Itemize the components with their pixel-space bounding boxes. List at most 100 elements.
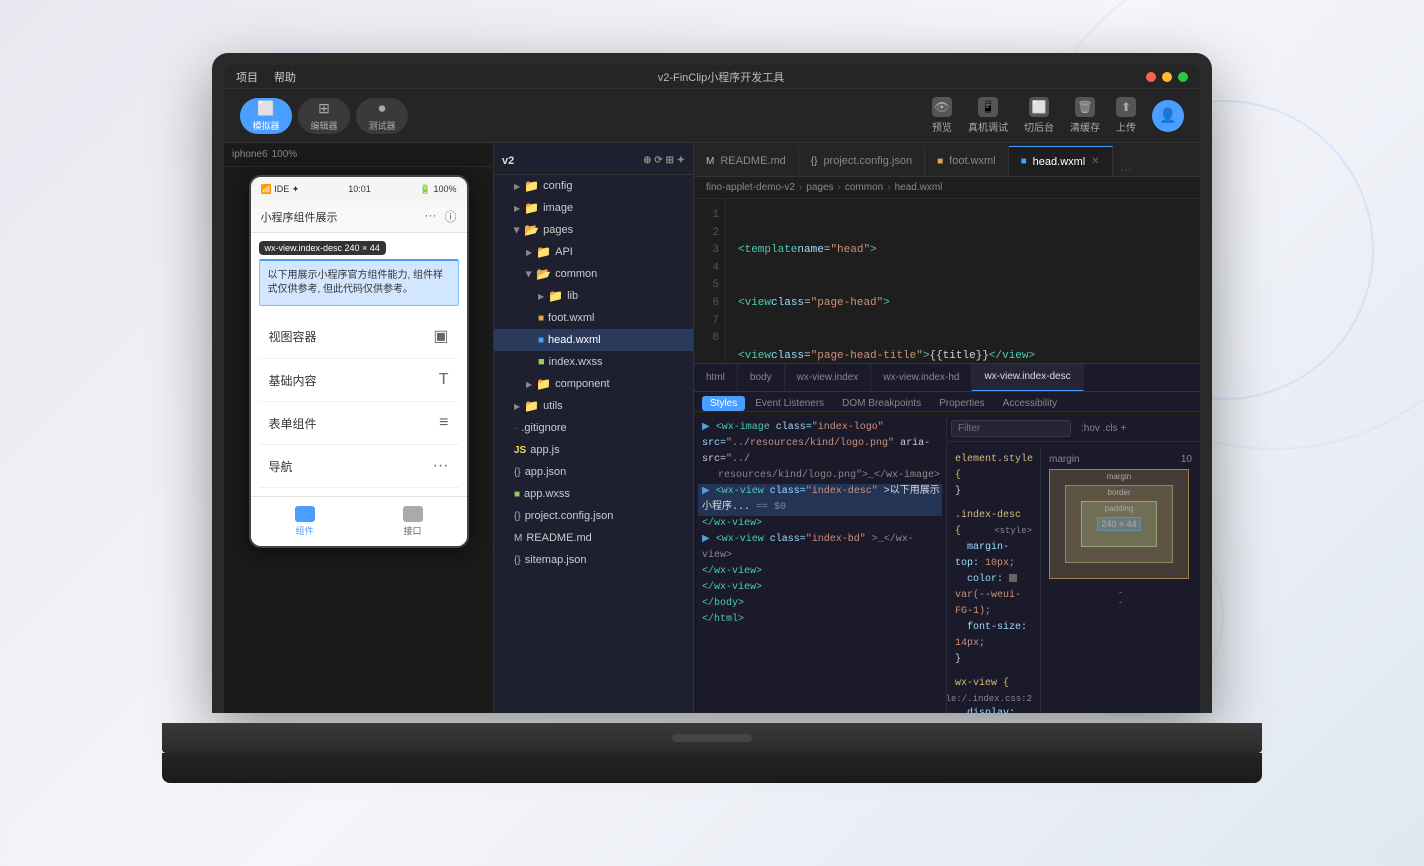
file-label-api: API bbox=[555, 246, 573, 258]
section-basic-content[interactable]: 基础内容 T bbox=[259, 359, 459, 402]
css-source-style: <style> bbox=[994, 524, 1032, 538]
chevron-component: ▶ bbox=[526, 380, 532, 389]
phone-app-title: 小程序组件展示 bbox=[261, 209, 338, 225]
html-arrow-3[interactable]: ▶ bbox=[702, 486, 710, 497]
html-arrow-5[interactable]: ▶ bbox=[702, 534, 710, 545]
file-item-lib[interactable]: ▶ 📁 lib bbox=[494, 285, 693, 307]
tab-close-head-wxml[interactable]: ✕ bbox=[1091, 156, 1099, 167]
file-item-component[interactable]: ▶ 📁 component bbox=[494, 373, 693, 395]
styles-tab-event-listeners[interactable]: Event Listeners bbox=[747, 396, 832, 411]
tab-foot-wxml[interactable]: ■ foot.wxml bbox=[925, 146, 1009, 176]
breadcrumb-pages[interactable]: pages bbox=[806, 182, 833, 193]
html-arrow-1[interactable]: ▶ bbox=[702, 422, 710, 433]
tab-more-button[interactable]: ··· bbox=[1113, 164, 1140, 176]
file-item-pages[interactable]: ▶ 📂 pages bbox=[494, 219, 693, 241]
upload-button[interactable]: ⬆ 上传 bbox=[1116, 97, 1136, 134]
maximize-button[interactable] bbox=[1178, 72, 1188, 82]
phone-title-bar: 小程序组件展示 ··· ⓘ bbox=[251, 201, 467, 233]
file-item-app-js[interactable]: JS app.js bbox=[494, 439, 693, 461]
file-item-app-json[interactable]: {} app.json bbox=[494, 461, 693, 483]
file-item-readme[interactable]: M README.md bbox=[494, 527, 693, 549]
chevron-pages: ▶ bbox=[513, 227, 522, 233]
css-rule-index-desc: .index-desc { <style> margin-top: 10px; bbox=[951, 506, 1036, 670]
elem-tab-wx-view-index-desc[interactable]: wx-view.index-desc bbox=[972, 364, 1083, 392]
nav-item-interface[interactable]: 接口 bbox=[359, 506, 467, 537]
html-line-9: </html> bbox=[698, 612, 942, 628]
breadcrumb-common[interactable]: common bbox=[845, 182, 883, 193]
phone-title-actions: ··· ⓘ bbox=[424, 208, 456, 225]
file-label-utils: utils bbox=[543, 400, 563, 412]
elem-tab-body-label: body bbox=[750, 372, 772, 383]
folder-icon-utils: 📁 bbox=[524, 399, 539, 413]
breadcrumb-file[interactable]: head.wxml bbox=[895, 182, 943, 193]
user-avatar[interactable]: 👤 bbox=[1152, 100, 1184, 132]
simulator-button[interactable]: ⬜ 模拟器 bbox=[240, 98, 292, 134]
minimize-button[interactable] bbox=[1162, 72, 1172, 82]
file-tree-actions[interactable]: ⊕ ⟳ ⊞ ✦ bbox=[643, 155, 685, 166]
menu-item-help[interactable]: 帮助 bbox=[274, 69, 296, 85]
tab-readme[interactable]: M README.md bbox=[694, 146, 799, 176]
test-button[interactable]: ⏺ 测试器 bbox=[356, 98, 408, 134]
code-editor[interactable]: 1 2 3 4 5 6 7 8 <templ bbox=[694, 199, 1200, 363]
elem-tab-wx-view-index-hd[interactable]: wx-view.index-hd bbox=[871, 364, 972, 392]
file-item-utils[interactable]: ▶ 📁 utils bbox=[494, 395, 693, 417]
nav-item-component[interactable]: 组件 bbox=[251, 506, 359, 537]
file-item-common[interactable]: ▶ 📂 common bbox=[494, 263, 693, 285]
elem-tab-wx-view-index[interactable]: wx-view.index bbox=[785, 364, 872, 392]
file-item-gitignore[interactable]: · .gitignore bbox=[494, 417, 693, 439]
section-nav[interactable]: 导航 ··· bbox=[259, 445, 459, 488]
ide-container: 项目 帮助 v2-FinClip小程序开发工具 ⬜ 模拟器 bbox=[224, 65, 1200, 713]
close-button[interactable] bbox=[1146, 72, 1156, 82]
elem-tab-body[interactable]: body bbox=[738, 364, 785, 392]
styles-filter-input[interactable] bbox=[951, 420, 1071, 437]
styles-tab-accessibility[interactable]: Accessibility bbox=[995, 396, 1065, 411]
file-item-project-config[interactable]: {} project.config.json bbox=[494, 505, 693, 527]
styles-tab-properties[interactable]: Properties bbox=[931, 396, 993, 411]
file-item-image[interactable]: ▶ 📁 image bbox=[494, 197, 693, 219]
css-prop-display: display: block; bbox=[955, 708, 1015, 713]
device-test-button[interactable]: 📱 真机调试 bbox=[968, 97, 1008, 134]
html-attr-val-1: "index-logo" bbox=[812, 422, 884, 433]
highlight-text: 以下用展示小程序官方组件能力, 组件样式仅供参考, 但此代码仅供参考。 bbox=[268, 269, 450, 297]
editor-area: M README.md {} project.config.json ■ foo… bbox=[694, 143, 1200, 713]
more-icon[interactable]: ··· bbox=[424, 208, 436, 225]
folder-icon-component: 📁 bbox=[536, 377, 551, 391]
file-item-index-wxss[interactable]: ■ index.wxss bbox=[494, 351, 693, 373]
file-item-sitemap[interactable]: {} sitemap.json bbox=[494, 549, 693, 571]
laptop-screen: 项目 帮助 v2-FinClip小程序开发工具 ⬜ 模拟器 bbox=[224, 65, 1200, 713]
file-label-app-json: app.json bbox=[525, 466, 567, 478]
elem-tab-wx-view-index-hd-label: wx-view.index-hd bbox=[883, 372, 959, 383]
file-item-api[interactable]: ▶ 📁 API bbox=[494, 241, 693, 263]
styles-area: :hov .cls + element.style { bbox=[947, 416, 1200, 713]
styles-filter-row: :hov .cls + bbox=[947, 416, 1200, 442]
file-label-pages: pages bbox=[543, 224, 573, 236]
component-nav-icon bbox=[295, 506, 315, 522]
file-icon-gitignore: · bbox=[514, 423, 517, 434]
html-line-3[interactable]: ▶ <wx-view class="index-desc" >以下用展示小程序.… bbox=[698, 484, 942, 516]
elem-tab-wx-view-index-label: wx-view.index bbox=[797, 372, 859, 383]
tab-project-config[interactable]: {} project.config.json bbox=[799, 146, 925, 176]
menu-item-project[interactable]: 项目 bbox=[236, 69, 258, 85]
file-item-app-wxss[interactable]: ■ app.wxss bbox=[494, 483, 693, 505]
code-content[interactable]: <template name="head"> <view class="page… bbox=[726, 199, 1200, 363]
section-label-form: 表单组件 bbox=[269, 415, 317, 432]
file-item-foot-wxml[interactable]: ■ foot.wxml bbox=[494, 307, 693, 329]
chevron-lib: ▶ bbox=[538, 292, 544, 301]
styles-tab-dom-breakpoints[interactable]: DOM Breakpoints bbox=[834, 396, 929, 411]
file-item-head-wxml[interactable]: ■ head.wxml bbox=[494, 329, 693, 351]
section-form[interactable]: 表单组件 ≡ bbox=[259, 402, 459, 445]
styles-tab-styles[interactable]: Styles bbox=[702, 396, 745, 411]
app-title: v2-FinClip小程序开发工具 bbox=[312, 69, 1130, 85]
section-view-container[interactable]: 视图容器 ▣ bbox=[259, 314, 459, 359]
file-item-config[interactable]: ▶ 📁 config bbox=[494, 175, 693, 197]
clear-cache-button[interactable]: 🗑 清缓存 bbox=[1070, 97, 1100, 134]
editor-button[interactable]: ⊞ 编辑器 bbox=[298, 98, 350, 134]
cut-backend-button[interactable]: ⬜ 切后台 bbox=[1024, 97, 1054, 134]
info-icon[interactable]: ⓘ bbox=[444, 208, 456, 225]
window-controls bbox=[1146, 72, 1188, 82]
tab-head-wxml[interactable]: ■ head.wxml ✕ bbox=[1009, 146, 1113, 176]
menu-bar: 项目 帮助 v2-FinClip小程序开发工具 bbox=[224, 65, 1200, 89]
preview-button[interactable]: 👁 预览 bbox=[932, 97, 952, 134]
elem-tab-html[interactable]: html bbox=[694, 364, 738, 392]
breadcrumb-root[interactable]: fino-applet-demo-v2 bbox=[706, 182, 795, 193]
